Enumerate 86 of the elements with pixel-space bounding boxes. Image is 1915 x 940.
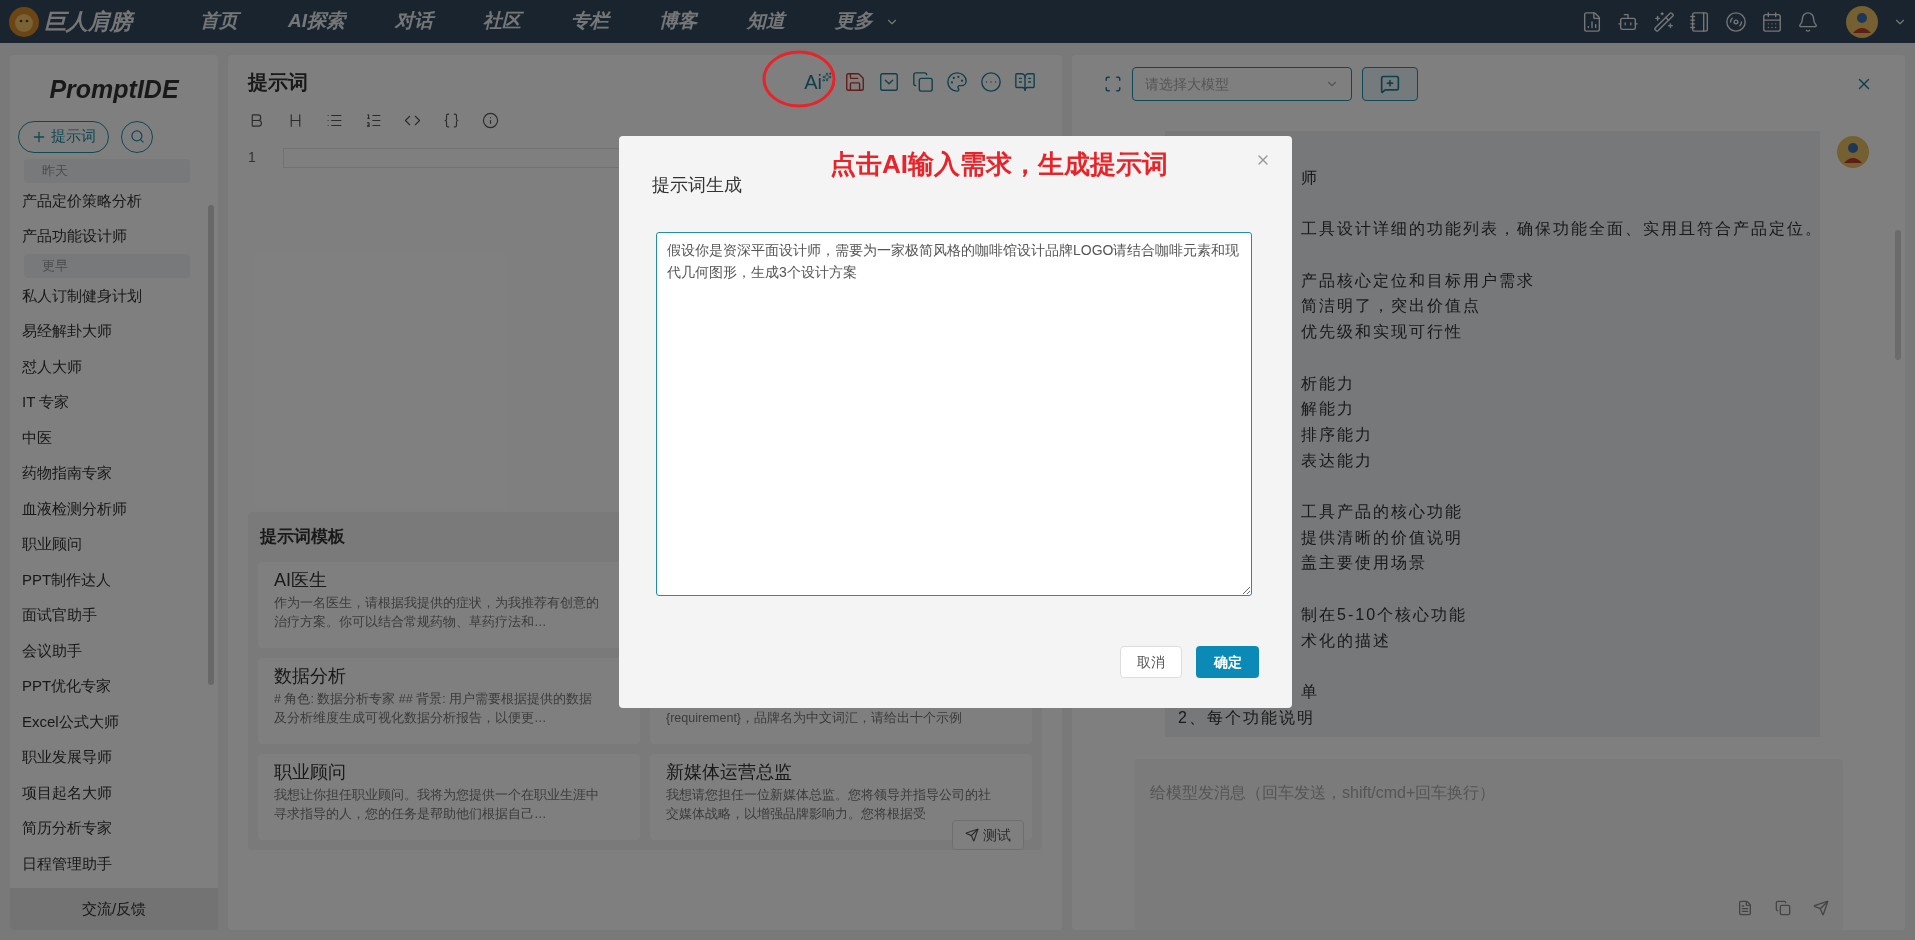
nav-link[interactable]: 专栏: [571, 7, 609, 36]
cancel-button[interactable]: 取消: [1120, 646, 1182, 678]
message-line: 产品核心定位和目标用户需求: [1300, 270, 1536, 291]
app-title: PromptIDE: [48, 74, 181, 105]
templates-title: 提示词模板: [258, 526, 346, 548]
lion-logo-icon: [8, 5, 40, 38]
message-line: 制在5-10个核心功能: [1300, 604, 1469, 625]
nav-link[interactable]: 博客: [659, 7, 697, 36]
sidebar-item[interactable]: 职业顾问: [10, 526, 204, 562]
ordered-list-icon[interactable]: [365, 111, 382, 129]
template-card[interactable]: 数据分析 # 角色: 数据分析专家 ## 背景: 用户需要根据提供的数据及分析维度生成可视化数据分析报告，以便更…: [258, 658, 640, 744]
ai-generate-button[interactable]: Ai: [804, 72, 832, 92]
dialog-title: 提示词生成: [652, 174, 742, 197]
line-number: 1: [248, 148, 257, 167]
copy-icon[interactable]: [912, 71, 934, 93]
feedback-button[interactable]: 交流/反馈: [10, 888, 218, 930]
new-chat-button[interactable]: [1362, 67, 1418, 101]
test-button[interactable]: 测试: [952, 820, 1024, 850]
nav-dropdown[interactable]: 更多: [835, 7, 899, 36]
braces-icon[interactable]: [443, 111, 460, 129]
search-icon: [129, 129, 145, 144]
save-icon[interactable]: [844, 71, 866, 93]
template-text: {requirement}，品牌名为中文词汇，请给出十个示例: [666, 710, 964, 727]
sidebar-item[interactable]: 怼人大师: [10, 348, 204, 384]
sidebar-item[interactable]: PPT优化专家: [10, 668, 204, 704]
confirm-button[interactable]: 确定: [1196, 646, 1259, 678]
info-icon[interactable]: [482, 111, 499, 129]
sidebar-item[interactable]: 面试官助手: [10, 597, 204, 633]
template-title: 新媒体运营总监: [666, 761, 793, 784]
document-icon[interactable]: [1737, 900, 1753, 916]
sidebar-item[interactable]: Excel公式大师: [10, 703, 204, 739]
send-icon: [965, 828, 979, 842]
new-chat-icon: [1380, 74, 1400, 94]
message-line: 师: [1300, 168, 1320, 188]
message-line: 2、每个功能说明: [1177, 707, 1316, 728]
message-line: 工具产品的核心功能: [1300, 502, 1464, 523]
send-icon[interactable]: [1813, 900, 1829, 916]
sidebar-item[interactable]: 中医: [10, 419, 204, 455]
fullscreen-icon[interactable]: [1104, 75, 1122, 93]
sidebar-item[interactable]: IT 专家: [10, 384, 204, 420]
more-icon[interactable]: [980, 71, 1002, 93]
template-title: 职业顾问: [274, 761, 347, 784]
message-line: 单: [1300, 681, 1320, 702]
message-line: 工具设计详细的功能列表，确保功能全面、实用且符合产品定位。: [1300, 219, 1820, 240]
sidebar-item[interactable]: 产品定价策略分析: [10, 182, 204, 218]
sidebar-item[interactable]: 易经解卦大师: [10, 313, 204, 349]
template-title: AI医生: [274, 569, 328, 592]
chart-document-icon[interactable]: [1581, 10, 1603, 33]
sparkle-icon: [822, 72, 832, 82]
copy-icon[interactable]: [1775, 900, 1791, 916]
message-line: 简洁明了，突出价值点: [1300, 296, 1482, 317]
message-line: 优先级和实现可行性: [1300, 322, 1464, 343]
calendar-icon[interactable]: [1761, 10, 1783, 33]
sidebar-item[interactable]: 职业发展导师: [10, 739, 204, 775]
sidebar-item[interactable]: 药物指南专家: [10, 455, 204, 491]
nav-link[interactable]: AI探索: [288, 7, 345, 36]
sidebar-item[interactable]: 简历分析专家: [10, 810, 204, 846]
nav-link[interactable]: 知道: [747, 7, 785, 36]
message-line: 术化的描述: [1300, 630, 1392, 651]
download-icon[interactable]: [878, 71, 900, 93]
palette-icon[interactable]: [946, 71, 968, 93]
message-line: 析能力: [1300, 373, 1356, 394]
requirement-textarea[interactable]: 假设你是资深平面设计师，需要为一家极简风格的咖啡馆设计品牌LOGO请结合咖啡元素和现代几何图形，生成3个设计方案: [656, 232, 1252, 596]
sidebar-item[interactable]: 会议助手: [10, 632, 204, 668]
sidebar-item[interactable]: 私人订制健身计划: [10, 277, 204, 313]
avatar: [1836, 135, 1870, 169]
message-line: 提供清晰的价值说明: [1300, 527, 1464, 548]
avatar[interactable]: [1845, 4, 1879, 39]
message-line: 表达能力: [1300, 450, 1374, 471]
message-line: 解能力: [1300, 399, 1356, 420]
sidebar-item[interactable]: 项目起名大师: [10, 774, 204, 810]
disc-icon[interactable]: [1725, 10, 1747, 33]
message-line: 盖主要使用场景: [1300, 553, 1428, 574]
template-text: # 角色: 数据分析专家 ## 背景: 用户需要根据提供的数据及分析维度生成可视化数据分析报告，以便更…: [274, 691, 594, 727]
annotation-text: 点击AI输入需求，生成提示词: [830, 148, 1168, 181]
editor-title: 提示词: [248, 70, 308, 95]
sidebar-item[interactable]: PPT制作达人: [10, 561, 204, 597]
message-line: 排序能力: [1300, 425, 1374, 445]
notebook-icon[interactable]: [1689, 10, 1711, 33]
magic-wand-icon[interactable]: [1653, 10, 1675, 33]
sidebar-item[interactable]: 产品功能设计师: [10, 218, 204, 254]
sidebar-item[interactable]: 血液检测分析师: [10, 490, 204, 526]
template-title: 数据分析: [274, 665, 347, 688]
book-icon[interactable]: [1014, 71, 1036, 93]
bell-icon[interactable]: [1797, 10, 1819, 33]
sidebar-item[interactable]: 日程管理助手: [10, 845, 204, 881]
